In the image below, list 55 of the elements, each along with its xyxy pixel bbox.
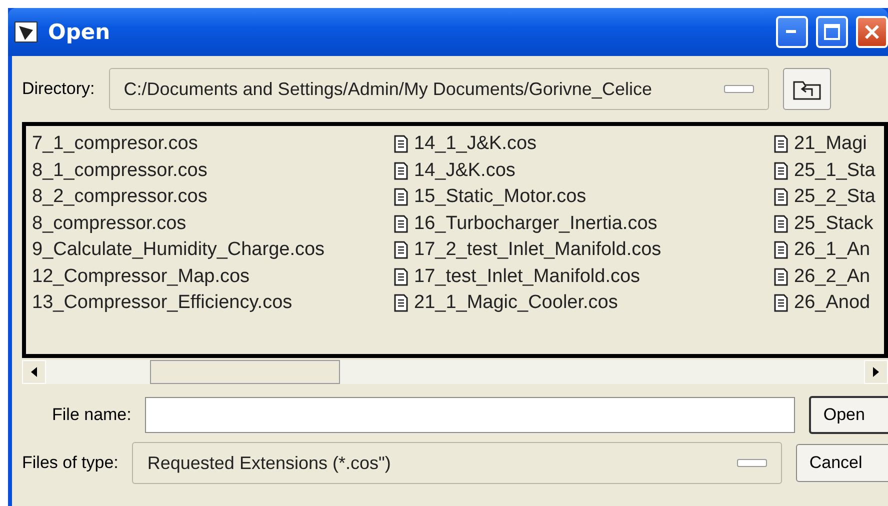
- file-item[interactable]: 17_2_test_Inlet_Manifold.cos: [414, 239, 662, 262]
- file-name-label: File name:: [52, 405, 132, 425]
- file-item[interactable]: 16_Turbocharger_Inertia.cos: [414, 212, 658, 235]
- file-type-dropdown[interactable]: Requested Extensions (*.cos"): [132, 442, 782, 484]
- file-item[interactable]: 26_2_An: [794, 266, 870, 288]
- file-item[interactable]: 25_2_Sta: [794, 186, 876, 208]
- file-item[interactable]: 17_test_Inlet_Manifold.cos: [414, 266, 640, 288]
- file-item[interactable]: 26_Anod: [794, 292, 870, 314]
- document-icon: [394, 241, 408, 260]
- maximize-icon: [824, 24, 840, 40]
- document-icon: [394, 162, 408, 180]
- file-type-label: Files of type:: [22, 453, 118, 473]
- file-item[interactable]: 8_2_compressor.cos: [32, 186, 208, 208]
- file-item[interactable]: 25_Stack: [794, 212, 874, 235]
- file-name-field[interactable]: [145, 397, 796, 433]
- close-icon: [864, 24, 880, 40]
- document-icon: [394, 268, 408, 286]
- document-icon: [774, 162, 788, 180]
- document-icon: [394, 135, 408, 154]
- file-item[interactable]: 14_1_J&K.cos: [414, 133, 537, 156]
- file-item[interactable]: 25_1_Sta: [794, 160, 876, 182]
- file-item[interactable]: 12_Compressor_Map.cos: [32, 266, 250, 288]
- window-title: Open: [48, 20, 112, 44]
- right-arrow-icon[interactable]: [872, 367, 880, 377]
- file-item[interactable]: 9_Calculate_Humidity_Charge.cos: [32, 239, 325, 262]
- app-icon: [14, 20, 40, 44]
- close-button[interactable]: [856, 16, 888, 48]
- file-item[interactable]: 14_J&K.cos: [414, 160, 516, 182]
- open-button[interactable]: Open: [809, 396, 888, 434]
- directory-label: Directory:: [22, 79, 95, 99]
- file-item[interactable]: 21_1_Magic_Cooler.cos: [414, 292, 618, 314]
- document-icon: [394, 188, 408, 206]
- file-item[interactable]: 7_1_compresor.cos: [32, 133, 198, 156]
- document-icon: [774, 214, 788, 233]
- left-arrow-icon[interactable]: [30, 367, 38, 377]
- directory-dropdown[interactable]: C:/Documents and Settings/Admin/My Documents/Gorivne_Celice: [108, 68, 769, 110]
- document-icon: [774, 188, 788, 206]
- document-icon: [774, 241, 788, 260]
- file-item[interactable]: 21_Magi: [794, 133, 867, 156]
- cancel-button[interactable]: Cancel: [796, 444, 888, 482]
- file-item[interactable]: 8_compressor.cos: [32, 212, 186, 235]
- file-item[interactable]: 15_Static_Motor.cos: [414, 186, 586, 208]
- document-icon: [394, 294, 408, 312]
- up-folder-button[interactable]: [782, 68, 831, 110]
- document-icon: [774, 268, 788, 286]
- file-item[interactable]: 26_1_An: [794, 239, 870, 262]
- minimize-icon: [786, 30, 798, 34]
- horizontal-scrollbar[interactable]: [22, 360, 888, 384]
- document-icon: [774, 294, 788, 312]
- file-item[interactable]: 8_1_compressor.cos: [32, 160, 208, 182]
- maximize-button[interactable]: [816, 16, 848, 48]
- document-icon: [774, 135, 788, 154]
- document-icon: [394, 214, 408, 233]
- minimize-button[interactable]: [776, 16, 808, 48]
- file-item[interactable]: 13_Compressor_Efficiency.cos: [32, 292, 292, 314]
